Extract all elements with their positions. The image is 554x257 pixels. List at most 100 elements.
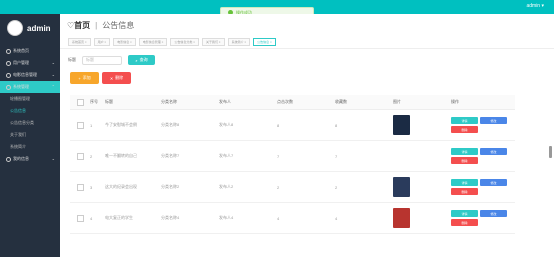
poster-thumbnail <box>393 115 410 135</box>
chevron-down-icon: ⌄ <box>51 72 55 77</box>
tab-intro[interactable]: 系统简介 × <box>227 38 251 46</box>
sidebar-sub-intro[interactable]: 系统简介 <box>0 141 60 153</box>
search-button[interactable]: ⌕ 查询 <box>128 55 155 65</box>
edit-button[interactable]: 修改 <box>480 179 507 186</box>
scrollbar[interactable] <box>549 146 552 158</box>
tab-home[interactable]: 系统首页 × <box>68 38 91 46</box>
sidebar-item-users[interactable]: 用户管理 ⌄ <box>0 57 60 69</box>
edit-button[interactable]: 修改 <box>480 117 507 124</box>
search-input[interactable]: 标题 <box>82 55 122 65</box>
delete-button-label: 删除 <box>115 75 124 80</box>
sidebar-sub-carousel[interactable]: 轮播图管理 <box>0 93 60 105</box>
tab-announcements[interactable]: 公告信息 × <box>253 38 276 46</box>
tab-about[interactable]: 关于我们 × <box>201 38 225 46</box>
col-title: 标题 <box>105 99 113 104</box>
cell-category: 分类名称2 <box>161 184 180 189</box>
sidebar-item-system[interactable]: 系统管理 ⌃ <box>0 81 60 93</box>
detail-button[interactable]: 详情 <box>451 117 478 124</box>
row-checkbox[interactable] <box>76 152 84 160</box>
cell-favorites: 4 <box>335 215 338 221</box>
breadcrumb-separator: | <box>95 20 98 30</box>
user-menu[interactable]: admin ▾ <box>526 3 544 9</box>
avatar <box>7 20 23 36</box>
row-checkbox[interactable] <box>76 183 84 191</box>
tab-categories[interactable]: 公告信息分类 × <box>170 38 199 46</box>
row-checkbox[interactable] <box>76 214 84 222</box>
cell-title: 电大复正的学生 <box>105 215 133 220</box>
tab-users[interactable]: 用户 × <box>93 38 111 46</box>
breadcrumb: ♡ 首页 | 公告信息 <box>60 14 554 36</box>
detail-button[interactable]: 详情 <box>451 179 478 186</box>
main-panel: ♡ 首页 | 公告信息 系统首页 × 用户 × 电影信息 × 电影信息管理 × … <box>60 14 554 257</box>
brand: admin <box>0 14 60 36</box>
sidebar-item-label: 我的信息 <box>13 156 29 161</box>
sidebar-sub-about[interactable]: 关于我们 <box>0 129 60 141</box>
detail-button[interactable]: 详情 <box>451 148 478 155</box>
cell-favorites: 7 <box>335 153 338 159</box>
table-row: 1 今了安慰城不会倒 分类名称8 发布人8 8 8 详情 修改 删除 <box>70 110 515 141</box>
cell-no: 3 <box>90 184 93 190</box>
delete-button[interactable]: 删除 <box>451 219 478 226</box>
search-icon: ⌕ <box>135 57 138 63</box>
gear-icon <box>6 84 11 90</box>
row-checkbox[interactable] <box>76 121 84 129</box>
table-row: 2 唯一不翻转的自己 分类名称7 发布人7 7 7 详情 修改 删除 <box>70 141 515 172</box>
breadcrumb-home[interactable]: 首页 <box>74 20 90 31</box>
cell-clicks: 4 <box>277 215 280 221</box>
sidebar-item-movies[interactable]: 电影信息管理 ⌄ <box>0 69 60 81</box>
plus-icon: + <box>78 75 81 81</box>
table-header: 序号 标题 分类名称 发布人 点击次数 收藏数 图片 操作 <box>70 95 515 110</box>
edit-button[interactable]: 修改 <box>480 210 507 217</box>
col-publisher: 发布人 <box>219 99 231 104</box>
sidebar-item-my-info[interactable]: 我的信息 ⌄ <box>0 153 60 165</box>
cell-title: 唯一不翻转的自己 <box>105 153 137 158</box>
delete-button[interactable]: 删除 <box>451 157 478 164</box>
home-icon <box>6 48 11 54</box>
search-button-label: 查询 <box>139 57 148 62</box>
cell-publisher: 发布人4 <box>219 215 234 220</box>
sidebar-item-label: 系统首页 <box>13 48 29 53</box>
cell-category: 分类名称8 <box>161 122 180 127</box>
cell-publisher: 发布人2 <box>219 184 234 189</box>
sidebar-item-label: 用户管理 <box>13 60 29 65</box>
col-ops: 操作 <box>451 99 459 104</box>
tab-movies[interactable]: 电影信息 × <box>113 38 136 46</box>
sidebar-sub-announcements[interactable]: 公告信息 <box>0 105 60 117</box>
sidebar-sub-announcement-categories[interactable]: 公告信息分类 <box>0 117 60 129</box>
detail-button[interactable]: 详情 <box>451 210 478 217</box>
cell-no: 1 <box>90 122 93 128</box>
tab-movie-mgmt[interactable]: 电影信息管理 × <box>138 38 168 46</box>
edit-button[interactable]: 修改 <box>480 148 507 155</box>
sidebar-item-home[interactable]: 系统首页 <box>0 45 60 57</box>
table-row: 3 这大的纪录会出现 分类名称2 发布人2 2 2 详情 修改 删除 <box>70 172 515 203</box>
select-all-checkbox[interactable] <box>76 98 84 106</box>
cell-favorites: 2 <box>335 184 338 190</box>
user-icon <box>6 60 11 66</box>
sidebar-item-label: 系统管理 <box>13 84 29 89</box>
film-icon <box>6 72 11 78</box>
cell-title: 这大的纪录会出现 <box>105 184 137 189</box>
col-image: 图片 <box>393 99 401 104</box>
sidebar-item-label: 电影信息管理 <box>13 72 37 77</box>
poster-thumbnail <box>393 177 410 197</box>
cell-no: 2 <box>90 153 93 159</box>
search-bar: 标题 标题 ⌕ 查询 <box>68 55 155 65</box>
cell-clicks: 8 <box>277 122 280 128</box>
trash-icon: ✕ <box>109 75 114 81</box>
col-clicks: 点击次数 <box>277 99 293 104</box>
add-button[interactable]: + 添加 <box>70 72 99 84</box>
delete-button[interactable]: 删除 <box>451 188 478 195</box>
delete-button[interactable]: 删除 <box>451 126 478 133</box>
cell-no: 4 <box>90 215 93 221</box>
profile-icon <box>6 156 11 162</box>
col-no: 序号 <box>90 99 98 104</box>
cell-publisher: 发布人8 <box>219 122 234 127</box>
page-title: 公告信息 <box>102 20 135 30</box>
bulk-delete-button[interactable]: ✕ 删除 <box>102 72 131 84</box>
cell-title: 今了安慰城不会倒 <box>105 122 137 127</box>
cell-category: 分类名称4 <box>161 215 180 220</box>
cell-publisher: 发布人7 <box>219 153 234 158</box>
sidebar: admin 系统首页 用户管理 ⌄ 电影信息管理 ⌄ 系统管理 ⌃ 轮播图管理 … <box>0 14 60 257</box>
search-label: 标题 <box>68 57 76 62</box>
tab-bar: 系统首页 × 用户 × 电影信息 × 电影信息管理 × 公告信息分类 × 关于我… <box>60 36 554 49</box>
